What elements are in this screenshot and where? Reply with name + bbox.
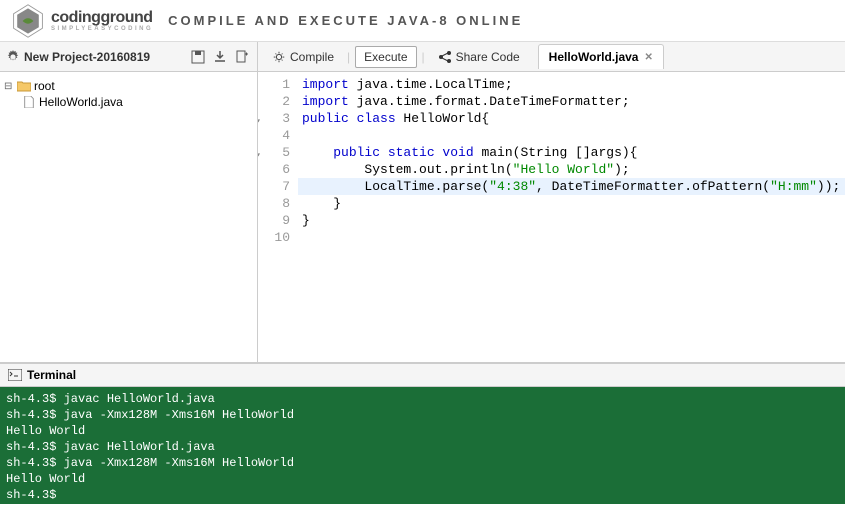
terminal-output[interactable]: sh-4.3$ javac HelloWorld.javash-4.3$ jav… [0,387,845,504]
separator: | [344,50,353,64]
line-number: 4 [258,127,290,144]
line-number: 3▾ [258,110,290,127]
code-line[interactable]: } [298,195,845,212]
gear-icon [272,50,286,64]
terminal-line: sh-4.3$ javac HelloWorld.java [6,439,839,455]
code-content[interactable]: import java.time.LocalTime;import java.t… [298,72,845,362]
line-number: 6 [258,161,290,178]
code-line[interactable] [298,229,845,246]
terminal-header: Terminal [0,364,845,387]
sidebar: New Project-20160819 ⊟ root HelloWorld.j… [0,42,258,362]
code-line[interactable]: System.out.println("Hello World"); [298,161,845,178]
terminal-line: Hello World [6,423,839,439]
gear-icon[interactable] [6,50,20,64]
line-number: 9 [258,212,290,229]
expand-icon[interactable]: ⊟ [4,81,14,92]
project-name: New Project-20160819 [24,50,185,64]
save-icon[interactable] [189,48,207,66]
page-title: COMPILE AND EXECUTE JAVA-8 ONLINE [168,13,523,28]
compile-button[interactable]: Compile [264,47,342,67]
line-number: 1 [258,76,290,93]
terminal-panel: Terminal sh-4.3$ javac HelloWorld.javash… [0,362,845,504]
line-gutter: 123▾45▾678910 [258,72,298,362]
logo: codingground SIMPLYEASYCODING [10,3,153,39]
code-line[interactable]: import java.time.format.DateTimeFormatte… [298,93,845,110]
terminal-line: sh-4.3$ [6,487,839,503]
file-icon [22,96,36,108]
code-line[interactable] [298,127,845,144]
share-icon [438,50,452,64]
brand-bold: coding [51,9,100,26]
code-line[interactable]: public class HelloWorld{ [298,110,845,127]
code-line[interactable]: LocalTime.parse("4:38", DateTimeFormatte… [298,178,845,195]
logo-icon [10,3,46,39]
execute-button[interactable]: Execute [355,46,416,68]
line-number: 5▾ [258,144,290,161]
terminal-line: sh-4.3$ java -Xmx128M -Xms16M HelloWorld [6,407,839,423]
code-editor[interactable]: 123▾45▾678910 import java.time.LocalTime… [258,72,845,362]
line-number: 10 [258,229,290,246]
close-icon[interactable]: ✕ [644,52,652,63]
header: codingground SIMPLYEASYCODING COMPILE AN… [0,0,845,42]
terminal-line: sh-4.3$ java -Xmx128M -Xms16M HelloWorld [6,455,839,471]
code-line[interactable]: } [298,212,845,229]
separator: | [419,50,428,64]
root-label: root [34,79,55,93]
brand-light: ground [100,9,152,26]
download-icon[interactable] [211,48,229,66]
line-number: 8 [258,195,290,212]
brand-sub: SIMPLYEASYCODING [51,26,153,32]
terminal-icon [8,369,22,381]
tree-root[interactable]: ⊟ root [4,78,253,94]
toolbar: Compile | Execute | Share Code HelloWorl… [258,42,845,72]
file-tree: ⊟ root HelloWorld.java [0,72,257,116]
file-label: HelloWorld.java [39,95,123,109]
terminal-line: sh-4.3$ javac HelloWorld.java [6,391,839,407]
terminal-line: Hello World [6,471,839,487]
new-file-icon[interactable] [233,48,251,66]
line-number: 7 [258,178,290,195]
terminal-title: Terminal [27,368,76,382]
share-button[interactable]: Share Code [430,47,528,67]
tab-helloworld[interactable]: HelloWorld.java ✕ [538,44,664,69]
line-number: 2 [258,93,290,110]
sidebar-header: New Project-20160819 [0,42,257,72]
tree-file[interactable]: HelloWorld.java [4,94,253,110]
tab-label: HelloWorld.java [549,50,639,64]
folder-icon [17,80,31,92]
code-line[interactable]: import java.time.LocalTime; [298,76,845,93]
editor-area: Compile | Execute | Share Code HelloWorl… [258,42,845,362]
code-line[interactable]: public static void main(String []args){ [298,144,845,161]
